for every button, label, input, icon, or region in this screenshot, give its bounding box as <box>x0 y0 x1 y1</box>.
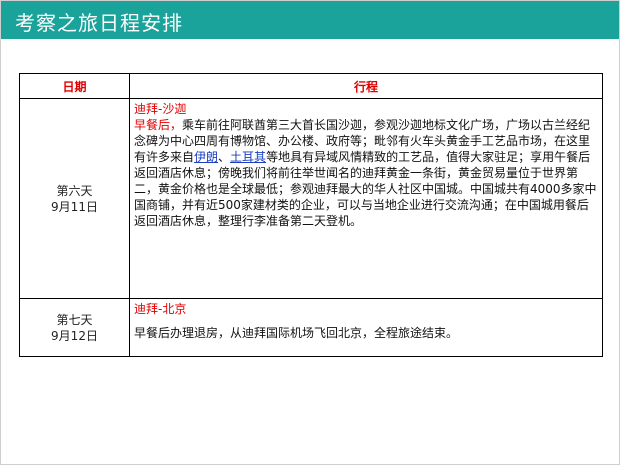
day-cell: 第七天 9月12日 <box>19 298 130 357</box>
title-bar: 考察之旅日程安排 <box>1 1 619 39</box>
plan-cell: 迪拜-北京 早餐后办理退房，从迪拜国际机场飞回北京，全程旅途结束。 <box>129 298 603 357</box>
column-header-plan: 行程 <box>129 73 603 99</box>
route-label: 迪拜-北京 <box>134 302 187 316</box>
table-row: 第七天 9月12日 迪拜-北京 早餐后办理退房，从迪拜国际机场飞回北京，全程旅途… <box>19 298 603 357</box>
separator-text: 、 <box>218 150 231 164</box>
date-label: 9月11日 <box>51 199 98 214</box>
schedule-table: 日期 行程 第六天 9月11日 迪拜-沙迦 早餐后，乘车前往阿联酋第三大首长国沙… <box>19 73 603 357</box>
day-label: 第七天 <box>56 312 93 327</box>
plan-cell: 迪拜-沙迦 早餐后，乘车前往阿联酋第三大首长国沙迦，参观沙迦地标文化广场，广场以… <box>129 98 603 299</box>
plan-text: 早餐后办理退房，从迪拜国际机场飞回北京，全程旅途结束。 <box>134 326 459 340</box>
column-header-date: 日期 <box>19 73 130 99</box>
turkey-link[interactable]: 土耳其 <box>230 150 266 164</box>
day-cell: 第六天 9月11日 <box>19 98 130 299</box>
table-row: 第六天 9月11日 迪拜-沙迦 早餐后，乘车前往阿联酋第三大首长国沙迦，参观沙迦… <box>19 98 603 299</box>
lead-text: 早餐后， <box>134 118 183 132</box>
date-label: 9月12日 <box>51 328 98 343</box>
route-label: 迪拜-沙迦 <box>134 102 187 116</box>
page-title: 考察之旅日程安排 <box>15 11 183 35</box>
table-header-row: 日期 行程 <box>19 73 603 99</box>
iran-link[interactable]: 伊朗 <box>194 150 218 164</box>
day-label: 第六天 <box>56 183 93 198</box>
